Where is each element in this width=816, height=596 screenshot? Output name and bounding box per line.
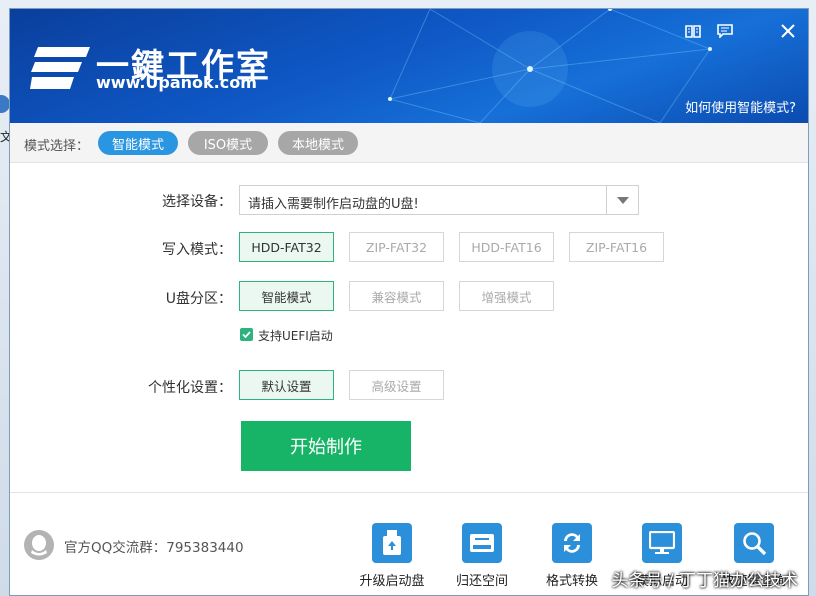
write-mode-hdd-fat16[interactable]: HDD-FAT16: [459, 232, 554, 262]
uefi-checkbox[interactable]: [240, 328, 253, 341]
footer-toolbar: 官方QQ交流群：795383440 升级启动盘 归还空间 格式转换 模拟启动 快…: [10, 492, 808, 595]
partition-enhanced[interactable]: 增强模式: [459, 281, 554, 311]
uefi-checkbox-label: 支持UEFI启动: [258, 329, 333, 343]
logo-icon: [30, 47, 90, 89]
tab-iso-mode[interactable]: ISO模式: [188, 131, 268, 155]
hard-drive-icon: [462, 523, 502, 563]
header-banner: 一鍵工作室 www.Upanok.com 如何使用智能模式?: [10, 9, 808, 123]
usb-upgrade-icon: [372, 523, 412, 563]
mode-bar: 模式选择： 智能模式 ISO模式 本地模式: [10, 123, 808, 163]
personal-default[interactable]: 默认设置: [239, 370, 334, 400]
write-mode-zip-fat32[interactable]: ZIP-FAT32: [349, 232, 444, 262]
message-icon[interactable]: [714, 20, 736, 42]
device-label: 选择设备：: [162, 194, 232, 210]
qq-icon: [24, 530, 54, 560]
qq-group-text: 官方QQ交流群：795383440: [64, 540, 244, 556]
tool-label: 归还空间: [455, 574, 508, 589]
check-icon: [242, 331, 251, 339]
close-icon[interactable]: [777, 20, 799, 42]
partition-smart[interactable]: 智能模式: [239, 281, 334, 311]
tool-format-convert[interactable]: 格式转换: [532, 523, 612, 589]
watermark-text: 头条号 / 丁丁猫办公技术: [611, 571, 798, 591]
brand-website: www.Upanok.com: [96, 73, 257, 92]
book-icon[interactable]: [682, 20, 704, 42]
chevron-down-icon[interactable]: [606, 186, 638, 214]
magnifier-icon: [734, 523, 774, 563]
partition-compatible[interactable]: 兼容模式: [349, 281, 444, 311]
tool-upgrade-boot-disk[interactable]: 升级启动盘: [352, 523, 432, 589]
tab-local-mode[interactable]: 本地模式: [278, 131, 358, 155]
partition-label: U盘分区：: [165, 291, 232, 307]
tool-restore-space[interactable]: 归还空间: [442, 523, 522, 589]
personal-settings-label: 个性化设置：: [148, 380, 232, 396]
write-mode-label: 写入模式：: [162, 242, 232, 258]
write-mode-zip-fat16[interactable]: ZIP-FAT16: [569, 232, 664, 262]
tab-smart-mode[interactable]: 智能模式: [98, 131, 178, 155]
device-select-value: 请插入需要制作启动盘的U盘!: [248, 197, 419, 212]
help-link[interactable]: 如何使用智能模式?: [685, 97, 796, 116]
convert-icon: [552, 523, 592, 563]
tool-label: 升级启动盘: [359, 574, 425, 589]
start-button[interactable]: 开始制作: [241, 421, 411, 471]
personal-advanced[interactable]: 高级设置: [349, 370, 444, 400]
write-mode-hdd-fat32[interactable]: HDD-FAT32: [239, 232, 334, 262]
device-select[interactable]: 请插入需要制作启动盘的U盘!: [239, 185, 639, 215]
mode-label: 模式选择：: [24, 139, 90, 154]
tool-label: 格式转换: [545, 574, 598, 589]
monitor-icon: [642, 523, 682, 563]
app-window: 一鍵工作室 www.Upanok.com 如何使用智能模式? 模式选择： 智能模…: [9, 8, 809, 596]
